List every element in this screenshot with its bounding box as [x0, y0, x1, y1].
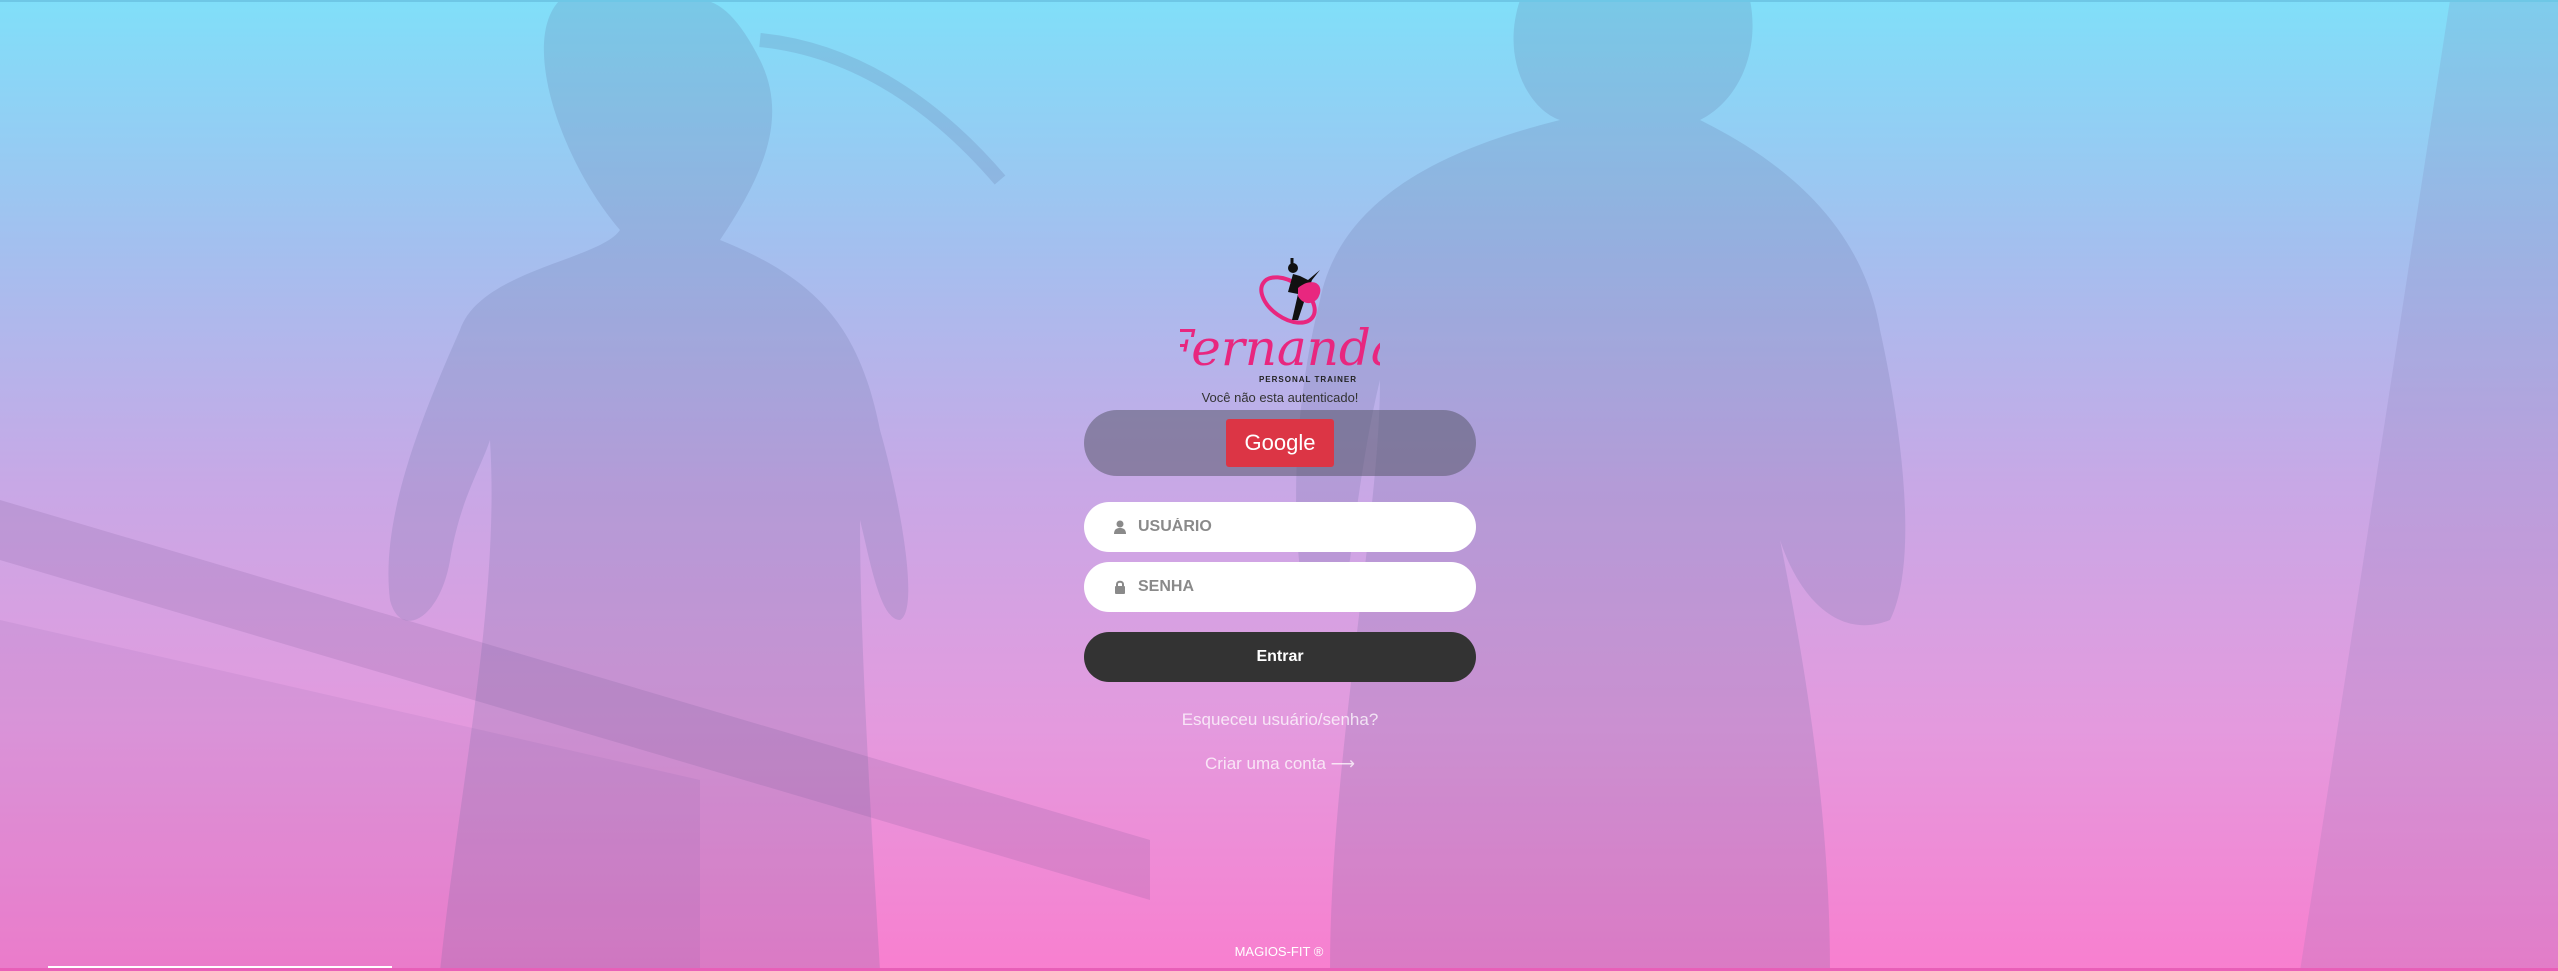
create-account-link[interactable]: Criar uma conta ⟶ — [1205, 754, 1355, 774]
dancer-logo-icon: Fernanda PERSONAL TRAINER — [1180, 258, 1380, 384]
username-input[interactable] — [1136, 517, 1440, 537]
google-login-button[interactable]: Google — [1226, 419, 1334, 467]
login-submit-button[interactable]: Entrar — [1084, 632, 1476, 682]
forgot-password-link[interactable]: Esqueceu usuário/senha? — [1182, 710, 1379, 730]
login-panel: Fernanda PERSONAL TRAINER Você não esta … — [1084, 250, 1476, 774]
top-border — [0, 0, 2558, 2]
auth-status-text: Você não esta autenticado! — [1201, 390, 1359, 405]
logo-wordmark: Fernanda — [1180, 319, 1380, 377]
password-field[interactable] — [1084, 562, 1476, 612]
password-input[interactable] — [1136, 577, 1440, 597]
logo-subtitle: PERSONAL TRAINER — [1259, 375, 1357, 384]
user-icon — [1114, 520, 1126, 534]
login-page: Fernanda PERSONAL TRAINER Você não esta … — [0, 0, 2558, 971]
google-login-bar: Google — [1084, 410, 1476, 476]
bottom-progress-line — [48, 966, 392, 968]
username-field[interactable] — [1084, 502, 1476, 552]
lock-icon — [1114, 580, 1126, 594]
footer-brand: MAGIOS-FIT ® — [1234, 944, 1324, 959]
